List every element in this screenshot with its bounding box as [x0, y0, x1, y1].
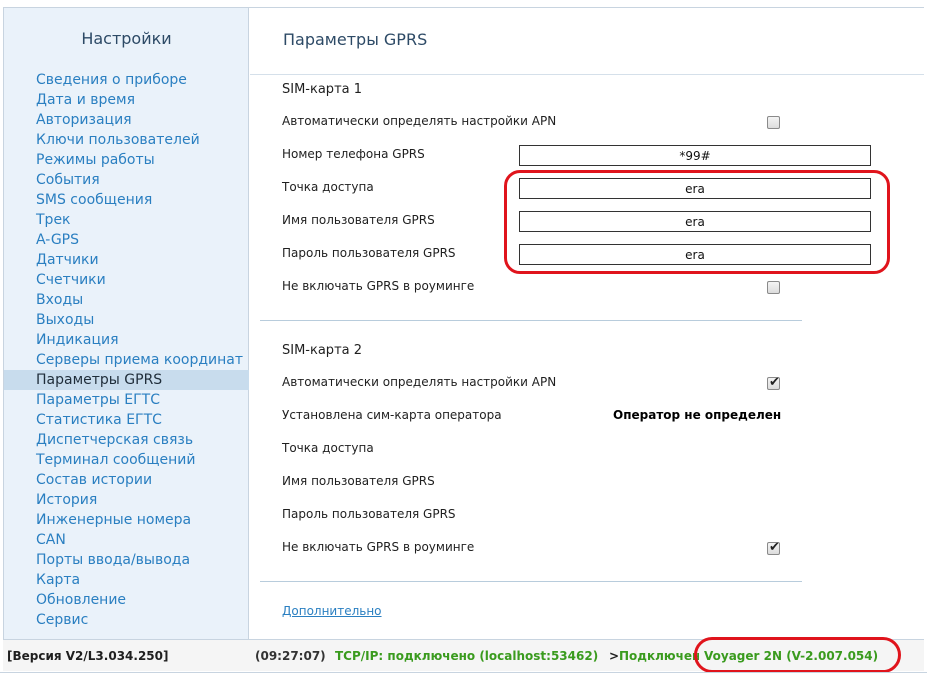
sidebar-title: Настройки: [81, 29, 172, 48]
sim2-auto-apn-checkbox[interactable]: ✔: [767, 375, 780, 390]
sidebar-item-date-time[interactable]: Дата и время: [4, 90, 249, 110]
sidebar-item-counters[interactable]: Счетчики: [4, 270, 249, 290]
more-settings-link[interactable]: Дополнительно: [282, 604, 382, 618]
sidebar-item-dispatch[interactable]: Диспетчерская связь: [4, 430, 249, 450]
sim1-password-label: Пароль пользователя GPRS: [282, 246, 456, 260]
title-divider: [250, 74, 924, 75]
check-mark-icon: ✔: [769, 540, 780, 555]
sidebar-item-outputs[interactable]: Выходы: [4, 310, 249, 330]
version-text: [Версия V2/L3.034.250]: [7, 649, 169, 663]
bottom-rule: [0, 672, 927, 673]
sim1-auto-apn-checkbox[interactable]: [767, 116, 780, 129]
sidebar-item-work-modes[interactable]: Режимы работы: [4, 150, 249, 170]
tcp-status: TCP/IP: подключено (localhost:53462): [335, 649, 599, 663]
sidebar-item-service[interactable]: Сервис: [4, 610, 249, 630]
sidebar-item-device-info[interactable]: Сведения о приборе: [4, 70, 249, 90]
sidebar-item-events[interactable]: События: [4, 170, 249, 190]
sidebar-item-egts-params[interactable]: Параметры ЕГТС: [4, 390, 249, 410]
sidebar-item-agps[interactable]: A-GPS: [4, 230, 249, 250]
sidebar-item-io-ports[interactable]: Порты ввода/вывода: [4, 550, 249, 570]
sidebar-item-egts-stats[interactable]: Статистика ЕГТС: [4, 410, 249, 430]
sidebar-item-history[interactable]: История: [4, 490, 249, 510]
sidebar-item-indication[interactable]: Индикация: [4, 330, 249, 350]
section-divider: [260, 320, 802, 321]
sim2-no-roaming-label: Не включать GPRS в роуминге: [282, 540, 475, 554]
sidebar-item-can[interactable]: CAN: [4, 530, 249, 550]
sim2-operator-value: Оператор не определен: [613, 408, 782, 422]
sidebar-item-message-terminal[interactable]: Терминал сообщений: [4, 450, 249, 470]
sim2-no-roaming-checkbox[interactable]: ✔: [767, 540, 780, 555]
sidebar-menu: Сведения о приборе Дата и время Авториза…: [4, 70, 249, 630]
sidebar-item-inputs[interactable]: Входы: [4, 290, 249, 310]
page-title: Параметры GPRS: [283, 30, 428, 49]
sidebar-item-authorization[interactable]: Авторизация: [4, 110, 249, 130]
check-mark-icon: ✔: [769, 375, 780, 390]
sim2-auto-apn-label: Автоматически определять настройки APN: [282, 375, 557, 389]
status-arrow: >: [609, 649, 620, 663]
connection-status: Подключено: [619, 649, 699, 663]
sim1-user-label: Имя пользователя GPRS: [282, 213, 435, 227]
sim1-phone-label: Номер телефона GPRS: [282, 147, 425, 161]
sidebar-item-track[interactable]: Трек: [4, 210, 249, 230]
sim1-phone-input[interactable]: [519, 145, 871, 166]
sim2-title: SIM-карта 2: [282, 343, 363, 358]
sidebar: Настройки Сведения о приборе Дата и врем…: [4, 8, 249, 639]
sim2-password-label: Пароль пользователя GPRS: [282, 507, 456, 521]
sidebar-item-update[interactable]: Обновление: [4, 590, 249, 610]
sim1-no-roaming-checkbox[interactable]: [767, 281, 780, 294]
sim1-no-roaming-label: Не включать GPRS в роуминге: [282, 279, 475, 293]
status-time: (09:27:07): [255, 649, 326, 663]
sim2-operator-label: Установлена сим-карта оператора: [282, 408, 502, 422]
sim1-auto-apn-label: Автоматически определять настройки APN: [282, 114, 557, 128]
sidebar-item-gprs[interactable]: Параметры GPRS: [4, 370, 249, 390]
apn-credentials-highlight: [504, 170, 890, 274]
sidebar-item-history-content[interactable]: Состав истории: [4, 470, 249, 490]
sidebar-item-servers[interactable]: Серверы приема координат: [4, 350, 249, 370]
device-version-highlight: [694, 637, 901, 673]
sim2-user-label: Имя пользователя GPRS: [282, 474, 435, 488]
sidebar-item-user-keys[interactable]: Ключи пользователей: [4, 130, 249, 150]
sim1-title: SIM-карта 1: [282, 82, 363, 97]
sidebar-item-sms[interactable]: SMS сообщения: [4, 190, 249, 210]
sidebar-item-engineering-numbers[interactable]: Инженерные номера: [4, 510, 249, 530]
sidebar-item-sensors[interactable]: Датчики: [4, 250, 249, 270]
section-divider-bottom: [260, 581, 802, 582]
sim1-apn-label: Точка доступа: [282, 180, 374, 194]
sidebar-item-map[interactable]: Карта: [4, 570, 249, 590]
sim2-apn-label: Точка доступа: [282, 441, 374, 455]
